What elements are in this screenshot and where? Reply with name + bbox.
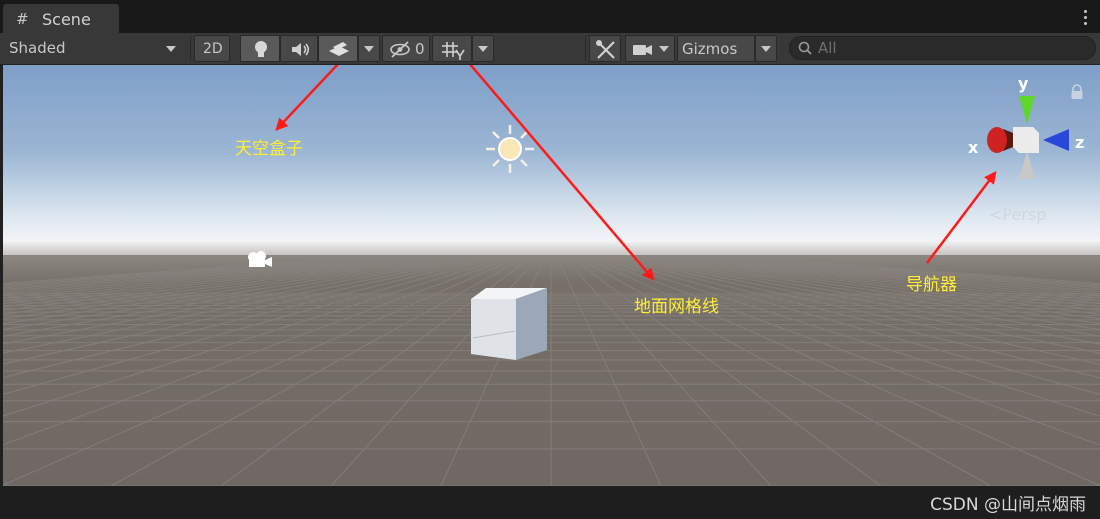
2d-label: 2D — [203, 41, 223, 57]
chevron-down-icon — [478, 46, 488, 52]
gizmo-neg-y-cone — [1019, 151, 1035, 179]
tools-button[interactable] — [589, 35, 621, 62]
chevron-down-icon — [761, 46, 771, 52]
gizmos-toggle-button[interactable]: Gizmos — [677, 35, 755, 62]
2d-toggle-button[interactable]: 2D — [194, 35, 230, 62]
gizmos-menu-dropdown[interactable] — [755, 35, 777, 62]
gizmo-y-label: y — [1018, 74, 1029, 93]
effects-menu-dropdown[interactable] — [358, 35, 380, 62]
bottom-bar: CSDN @山间点烟雨 — [0, 486, 1100, 519]
grid-hash-icon: # — [16, 10, 29, 28]
cube-object[interactable] — [469, 286, 553, 362]
grid-icon — [442, 42, 465, 60]
hidden-objects-toggle[interactable]: 0 — [382, 35, 430, 62]
search-placeholder: All — [818, 39, 837, 57]
chevron-down-icon — [659, 46, 669, 52]
gizmo-z-label: z — [1075, 133, 1085, 152]
back-arrow-icon: < — [989, 205, 1003, 224]
chevron-down-icon — [364, 46, 374, 52]
effects-layers-icon — [329, 42, 349, 56]
chevron-down-icon — [166, 46, 176, 52]
tab-scene-label: Scene — [42, 10, 91, 29]
grid-toggle-button[interactable] — [432, 35, 472, 62]
grid-menu-dropdown[interactable] — [472, 35, 494, 62]
gizmo-center-cube — [1013, 127, 1039, 153]
scene-viewport[interactable]: y x z <Persp 天空盒子 地面网格线 导航器 — [3, 65, 1100, 486]
projection-label: Persp — [1002, 205, 1047, 224]
wrench-screwdriver-icon — [596, 40, 615, 59]
watermark: CSDN @山间点烟雨 — [930, 495, 1086, 515]
audio-toggle-button[interactable] — [280, 35, 318, 62]
video-camera-icon — [633, 45, 652, 55]
tab-scene[interactable]: # Scene — [3, 4, 119, 33]
more-options-icon[interactable] — [1084, 10, 1088, 28]
directional-light-icon[interactable] — [480, 119, 540, 179]
draw-mode-label: Shaded — [9, 39, 66, 57]
navigator-annotation: 导航器 — [906, 275, 957, 295]
camera-settings-dropdown[interactable] — [625, 35, 675, 62]
ground-grid-annotation: 地面网格线 — [634, 297, 719, 317]
search-input[interactable]: All — [789, 36, 1096, 60]
eye-slash-icon — [390, 41, 410, 58]
speaker-icon — [292, 43, 310, 56]
projection-toggle[interactable]: <Persp — [989, 207, 1046, 223]
gizmo-z-cone — [1043, 129, 1069, 151]
hidden-count: 0 — [415, 40, 425, 58]
orientation-gizmo[interactable] — [973, 89, 1083, 199]
camera-icon[interactable] — [245, 249, 275, 271]
effects-toggle-button[interactable] — [318, 35, 358, 62]
tab-bar: # Scene — [0, 0, 1100, 33]
skybox-annotation: 天空盒子 — [235, 139, 303, 159]
lightbulb-icon — [255, 41, 267, 57]
lighting-toggle-button[interactable] — [240, 35, 280, 62]
search-icon — [798, 41, 812, 55]
gizmo-x-label: x — [968, 138, 979, 157]
gizmo-y-cone — [1019, 96, 1035, 124]
draw-mode-dropdown[interactable]: Shaded — [3, 35, 186, 62]
gizmos-label: Gizmos — [682, 40, 738, 58]
scene-toolbar: Shaded 2D 0 Gizmos All — [0, 33, 1100, 65]
